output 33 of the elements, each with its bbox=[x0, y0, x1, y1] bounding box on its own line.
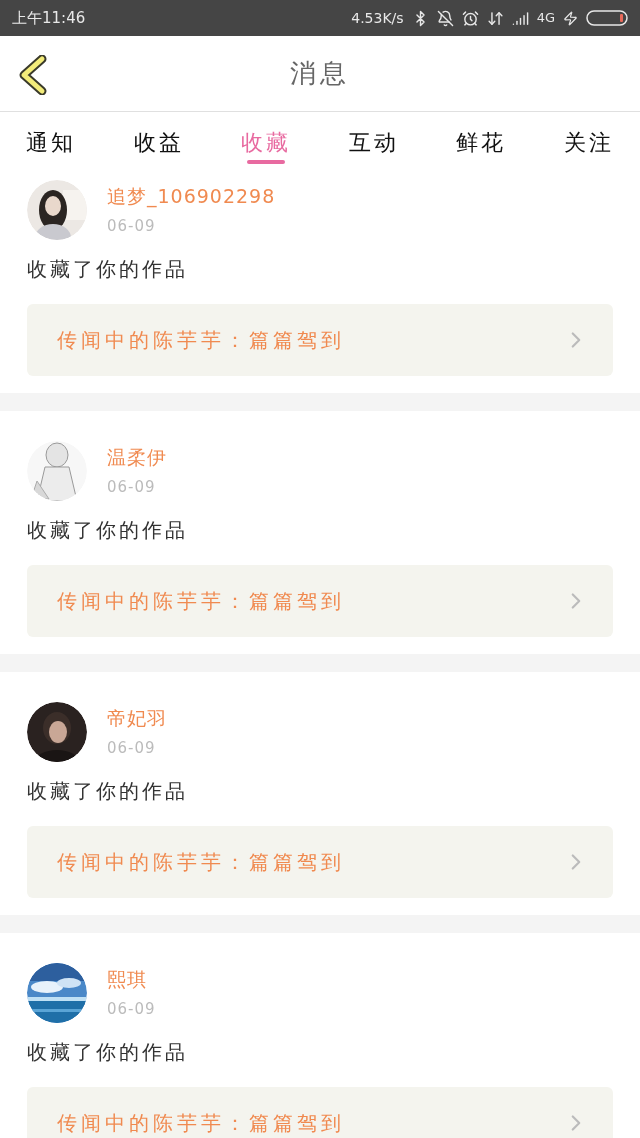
work-link[interactable]: 传闻中的陈芋芋：篇篇驾到 bbox=[27, 1087, 613, 1138]
message-date: 06-09 bbox=[107, 998, 156, 1020]
tab[interactable]: 收益 bbox=[121, 112, 196, 164]
user-name[interactable]: 熙琪 bbox=[107, 965, 156, 994]
tab[interactable]: 收藏 bbox=[229, 112, 304, 164]
tab[interactable]: 鲜花 bbox=[444, 112, 519, 164]
message-date: 06-09 bbox=[107, 215, 157, 237]
charging-icon bbox=[563, 10, 578, 26]
user-name[interactable]: 温柔伊 bbox=[107, 443, 167, 472]
message-text: 收藏了你的作品 bbox=[27, 517, 189, 544]
alarm-clock-icon bbox=[461, 9, 479, 27]
message-text: 收藏了你的作品 bbox=[27, 1039, 189, 1066]
tab[interactable]: 关注 bbox=[551, 112, 626, 164]
back-chevron-icon bbox=[18, 55, 48, 95]
message-text: 收藏了你的作品 bbox=[27, 256, 189, 283]
message-date: 06-09 bbox=[107, 476, 157, 498]
message-date: 06-09 bbox=[107, 737, 157, 759]
message-text: 收藏了你的作品 bbox=[27, 778, 189, 805]
page-title: 消息 bbox=[290, 57, 350, 90]
user-name[interactable]: 帝妃羽 bbox=[107, 704, 167, 733]
battery-icon bbox=[586, 9, 628, 27]
work-link[interactable]: 传闻中的陈芋芋：篇篇驾到 bbox=[27, 826, 613, 898]
status-time: 上午11:46 bbox=[12, 7, 86, 29]
tab[interactable]: 通知 bbox=[14, 112, 88, 164]
tab[interactable]: 互动 bbox=[336, 112, 411, 164]
user-name[interactable]: 追梦_106902298 bbox=[107, 182, 276, 211]
network-type: 4G bbox=[536, 9, 555, 28]
work-link[interactable]: 传闻中的陈芋芋：篇篇驾到 bbox=[27, 304, 613, 376]
work-link[interactable]: 传闻中的陈芋芋：篇篇驾到 bbox=[27, 565, 613, 637]
network-speed: 4.53K/s bbox=[351, 8, 404, 28]
bell-off-icon bbox=[436, 9, 454, 27]
signal-icon bbox=[511, 9, 529, 27]
data-arrows-icon bbox=[486, 9, 504, 27]
